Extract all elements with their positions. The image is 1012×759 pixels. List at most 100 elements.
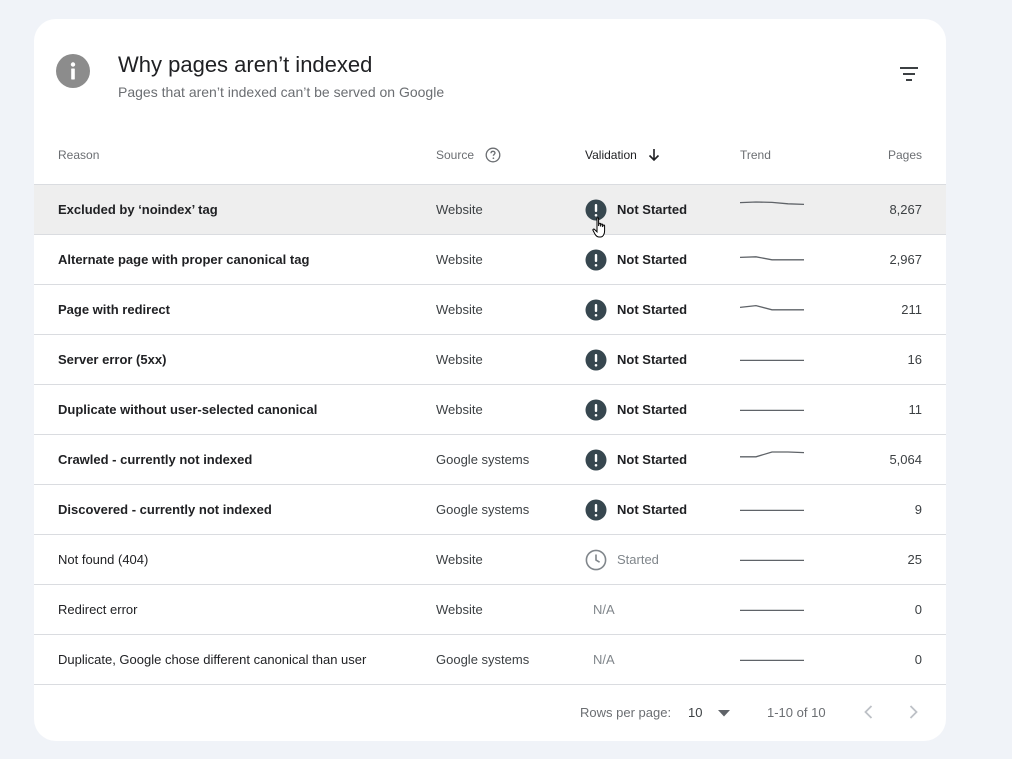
- next-page-button[interactable]: [900, 699, 926, 725]
- card-title: Why pages aren’t indexed: [118, 52, 373, 77]
- row-validation: N/A: [585, 585, 615, 634]
- row-pages-count: 25: [907, 552, 922, 567]
- table-body: Excluded by ‘noindex’ tag Website Not Star…: [34, 185, 946, 685]
- row-validation: Not Started: [585, 385, 687, 434]
- sort-arrow-down-icon: [649, 148, 660, 161]
- filter-icon: [900, 67, 918, 81]
- exclamation-icon: [585, 499, 607, 520]
- previous-page-button[interactable]: [856, 699, 882, 725]
- trend-sparkline: [740, 256, 804, 261]
- table-row[interactable]: Duplicate without user-selected canonica…: [34, 385, 946, 435]
- exclamation-icon: [585, 349, 607, 370]
- table-row[interactable]: Crawled - currently not indexed Google sy…: [34, 435, 946, 485]
- row-pages-count: 9: [914, 502, 922, 517]
- indexing-issues-card: Why pages aren’t indexed Pages that aren…: [34, 19, 946, 741]
- row-validation: Not Started: [585, 335, 687, 384]
- trend-line: [740, 451, 804, 458]
- table-row[interactable]: Discovered - currently not indexed Google…: [34, 485, 946, 535]
- clock-icon: [585, 549, 607, 570]
- trend-line: [740, 304, 804, 311]
- table-row[interactable]: Duplicate, Google chose different canoni…: [34, 635, 946, 685]
- row-pages-count: 211: [901, 302, 922, 317]
- row-validation-status: Not Started: [617, 502, 688, 517]
- trend-sparkline: [740, 509, 804, 512]
- table-row[interactable]: Not found (404) Website Started 25: [34, 535, 946, 585]
- rows-per-page-value: 10: [688, 705, 703, 720]
- trend-sparkline: [740, 559, 804, 562]
- row-validation: Started: [585, 535, 659, 584]
- chevron-left-icon: [864, 705, 873, 719]
- table-row[interactable]: Alternate page with proper canonical tag…: [34, 235, 946, 285]
- row-reason: Excluded by ‘noindex’ tag: [58, 202, 218, 217]
- row-validation-status: Not Started: [617, 302, 688, 317]
- chevron-right-icon: [909, 705, 918, 719]
- row-reason: Duplicate, Google chose different canoni…: [58, 652, 367, 667]
- row-pages-count: 5,064: [889, 452, 922, 467]
- column-header-reason[interactable]: Reason: [58, 137, 99, 174]
- row-reason: Not found (404): [58, 552, 149, 567]
- row-pages-count: 2,967: [889, 252, 922, 267]
- row-source: Website: [436, 302, 483, 317]
- row-validation: Not Started: [585, 435, 687, 484]
- table-row[interactable]: Server error (5xx) Website Not Started 16: [34, 335, 946, 385]
- row-pages-count: 11: [908, 402, 923, 417]
- filter-button[interactable]: [894, 59, 924, 89]
- column-header-validation[interactable]: Validation: [585, 137, 660, 174]
- row-reason: Duplicate without user-selected canonica…: [58, 402, 318, 417]
- row-source: Website: [436, 552, 483, 567]
- row-validation: Not Started: [585, 485, 687, 534]
- pagination-range: 1-10 of 10: [767, 705, 826, 720]
- row-validation-status: Started: [617, 552, 659, 567]
- row-validation-status: N/A: [593, 602, 615, 617]
- row-source: Google systems: [436, 502, 530, 517]
- exclamation-icon: [585, 199, 607, 220]
- row-reason: Alternate page with proper canonical tag: [58, 252, 310, 267]
- row-source: Google systems: [436, 652, 530, 667]
- column-header-validation-label: Validation: [585, 148, 637, 162]
- row-source: Website: [436, 202, 483, 217]
- trend-sparkline: [740, 409, 804, 412]
- row-reason: Page with redirect: [58, 302, 170, 317]
- row-reason: Discovered - currently not indexed: [58, 502, 272, 517]
- exclamation-icon: [585, 249, 607, 270]
- rows-per-page-label: Rows per page:: [580, 705, 672, 720]
- row-validation: Not Started: [585, 235, 687, 284]
- table-row[interactable]: Excluded by ‘noindex’ tag Website Not Star…: [34, 185, 946, 235]
- row-validation: Not Started: [585, 185, 687, 234]
- trend-sparkline: [740, 659, 804, 662]
- row-source: Website: [436, 602, 483, 617]
- row-pages-count: 8,267: [889, 202, 922, 217]
- trend-line: [740, 256, 804, 261]
- table-header: Reason Source Validation Trend Pages: [34, 137, 946, 185]
- row-validation-status: N/A: [593, 652, 615, 667]
- trend-sparkline: [740, 304, 804, 311]
- column-header-source-label: Source: [436, 148, 475, 162]
- row-validation-status: Not Started: [617, 202, 688, 217]
- row-validation-status: Not Started: [617, 452, 688, 467]
- row-reason: Server error (5xx): [58, 352, 167, 367]
- rows-per-page-select[interactable]: 10: [688, 699, 734, 725]
- row-source: Website: [436, 252, 483, 267]
- row-pages-count: 0: [914, 602, 922, 617]
- column-header-trend: Trend: [740, 148, 771, 162]
- help-icon[interactable]: [485, 147, 501, 163]
- caret-down-icon: [718, 710, 730, 717]
- column-header-pages[interactable]: Pages: [888, 137, 922, 174]
- trend-line: [740, 201, 804, 206]
- pagination-footer: Rows per page: 10 1-10 of 10: [34, 695, 946, 731]
- row-source: Website: [436, 352, 483, 367]
- row-source: Google systems: [436, 452, 530, 467]
- row-pages-count: 16: [907, 352, 922, 367]
- column-header-source[interactable]: Source: [436, 137, 501, 174]
- trend-sparkline: [740, 359, 804, 362]
- info-icon: [56, 54, 90, 88]
- trend-sparkline: [740, 609, 804, 612]
- row-reason: Crawled - currently not indexed: [58, 452, 253, 467]
- trend-sparkline: [740, 201, 804, 206]
- table-row[interactable]: Redirect error Website N/A 0: [34, 585, 946, 635]
- row-validation: N/A: [585, 635, 615, 684]
- row-validation-status: Not Started: [617, 252, 688, 267]
- table-row[interactable]: Page with redirect Website Not Started 211: [34, 285, 946, 335]
- exclamation-icon: [585, 399, 607, 420]
- row-source: Website: [436, 402, 483, 417]
